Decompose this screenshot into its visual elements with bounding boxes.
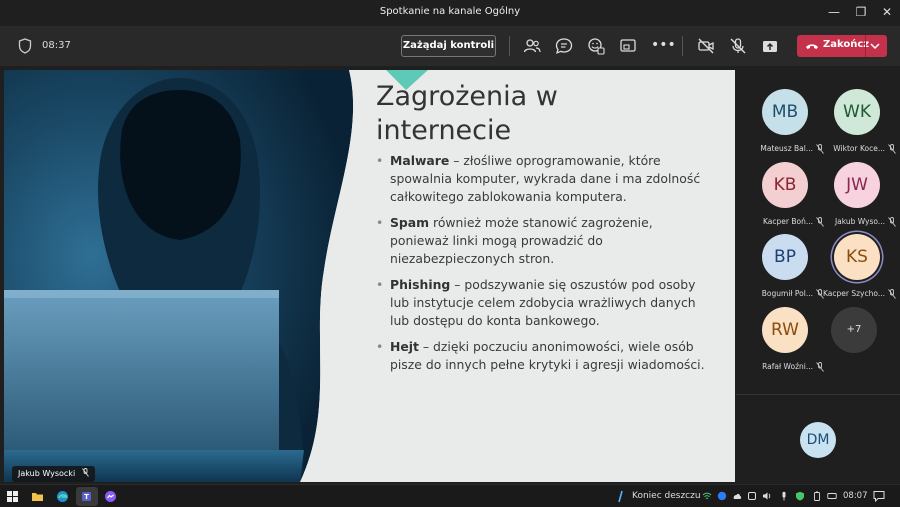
presenter-name: Jakub Wysocki (18, 469, 76, 478)
weather-rain-icon[interactable] (617, 490, 625, 503)
people-icon[interactable] (523, 37, 541, 55)
mic-off-icon (888, 217, 896, 227)
slide-title-line-1: Zagrożenia w (376, 81, 558, 112)
bullet-malware: Malware – złośliwe oprogramowanie, które… (376, 152, 706, 206)
close-icon[interactable]: ✕ (879, 4, 895, 20)
bullet-hejt: Hejt – dzięki poczuciu anonimowości, wie… (376, 338, 706, 374)
notification-icon[interactable] (873, 490, 885, 502)
bullet-term: Phishing (390, 277, 451, 292)
bullet-text: również może stanowić zagrożenie, poniew… (390, 215, 653, 266)
windows-taskbar: T Koniec deszczu 08:07 (0, 484, 900, 507)
shield-icon (18, 38, 32, 54)
maximize-icon[interactable]: ❐ (853, 4, 869, 20)
participant-avatar-dm[interactable]: DM (800, 422, 836, 458)
microphone-tray-icon[interactable] (779, 491, 789, 501)
file-explorer-icon[interactable] (31, 490, 44, 503)
participant-name: Bogumił Pol... (761, 289, 813, 298)
participant-tile[interactable]: MB Mateusz Bal... (749, 89, 824, 159)
bullet-term: Malware (390, 153, 450, 168)
roster-divider (736, 394, 900, 395)
end-call-label: Zakończ (823, 39, 870, 50)
presenter-name-tag: Jakub Wysocki (12, 466, 95, 482)
end-call-split (865, 35, 866, 57)
battery-icon[interactable] (812, 491, 822, 501)
avatar: MB (762, 89, 808, 135)
weather-text[interactable]: Koniec deszczu (632, 491, 701, 501)
bullet-spam: Spam również może stanowić zagrożenie, p… (376, 214, 706, 268)
mic-off-icon (888, 144, 896, 154)
window-title: Spotkanie na kanale Ogólny (379, 6, 521, 17)
meeting-toolbar: 08:37 Zażądaj kontroli ••• Zakończ (0, 26, 900, 66)
messenger-icon[interactable] (104, 490, 117, 503)
request-control-button[interactable]: Zażądaj kontroli (401, 35, 496, 57)
participant-tile-speaking[interactable]: KS Kacper Szycho... (821, 234, 896, 304)
svg-text:T: T (84, 493, 89, 501)
participant-name: Rafał Woźni... (762, 362, 813, 371)
chevron-down-icon[interactable] (870, 42, 880, 50)
bullet-phishing: Phishing – podszywanie się oszustów pod … (376, 276, 706, 330)
avatar: BP (762, 234, 808, 280)
participant-tile[interactable]: WK Wiktor Koce... (821, 89, 896, 159)
mic-off-icon[interactable] (729, 37, 747, 55)
avatar: KB (762, 162, 808, 208)
meeting-stage: Zagrożenia w internecie Malware – złośli… (0, 66, 900, 484)
app-tray-icon[interactable] (747, 491, 757, 501)
reactions-icon[interactable] (587, 37, 605, 55)
participant-tile[interactable]: JW Jakub Wyso... (821, 162, 896, 232)
mic-off-icon (816, 362, 824, 372)
minimize-icon[interactable]: — (826, 4, 842, 20)
cloud-icon[interactable] (732, 491, 742, 501)
slide-bullets: Malware – złośliwe oprogramowanie, które… (376, 152, 706, 382)
participant-tile[interactable]: KB Kacper Boń... (749, 162, 824, 232)
participant-name: Mateusz Bal... (760, 144, 813, 153)
title-bar: Spotkanie na kanale Ogólny — ❐ ✕ (0, 0, 900, 26)
avatar: JW (834, 162, 880, 208)
toolbar-divider (682, 36, 683, 56)
hang-up-icon (806, 44, 818, 49)
taskbar-clock[interactable]: 08:07 (843, 491, 868, 501)
participant-name: Wiktor Koce... (833, 144, 885, 153)
windows-start-icon[interactable] (6, 490, 19, 503)
share-screen-icon[interactable] (619, 37, 637, 55)
network-icon[interactable] (702, 491, 712, 501)
security-tray-icon[interactable] (795, 491, 805, 501)
edge-browser-icon[interactable] (56, 490, 69, 503)
participant-name: Jakub Wyso... (834, 217, 885, 226)
slide-title-line-2: internecie (376, 115, 512, 146)
camera-off-icon[interactable] (697, 37, 715, 55)
keyboard-tray-icon[interactable] (827, 491, 837, 501)
mic-off-icon (81, 468, 89, 477)
avatar: KS (834, 234, 880, 280)
participant-name: Kacper Boń... (763, 217, 813, 226)
toolbar-divider (509, 36, 510, 56)
chat-icon[interactable] (555, 37, 573, 55)
participant-tile[interactable]: BP Bogumił Pol... (749, 234, 824, 304)
volume-icon[interactable] (762, 491, 772, 501)
teams-icon: T (82, 492, 91, 501)
bullet-text: – dzięki poczuciu anonimowości, wiele os… (390, 339, 705, 372)
shared-slide: Zagrożenia w internecie Malware – złośli… (4, 70, 735, 482)
bullet-term: Hejt (390, 339, 419, 354)
more-participants-button[interactable]: +7 (831, 307, 877, 353)
avatar: RW (762, 307, 808, 353)
share-tray-icon[interactable] (761, 37, 779, 55)
mic-off-icon (888, 289, 896, 299)
messenger-tray-icon[interactable] (717, 491, 727, 501)
more-options-icon[interactable]: ••• (651, 37, 676, 55)
meeting-timer: 08:37 (42, 40, 71, 51)
slide-title: Zagrożenia w internecie (376, 80, 558, 148)
avatar: WK (834, 89, 880, 135)
participant-tile[interactable]: RW Rafał Woźni... (749, 307, 824, 377)
participant-name: Kacper Szycho... (823, 289, 885, 298)
end-call-button[interactable]: Zakończ (797, 35, 887, 57)
teams-taskbar-active[interactable]: T (76, 487, 98, 506)
bullet-term: Spam (390, 215, 430, 230)
